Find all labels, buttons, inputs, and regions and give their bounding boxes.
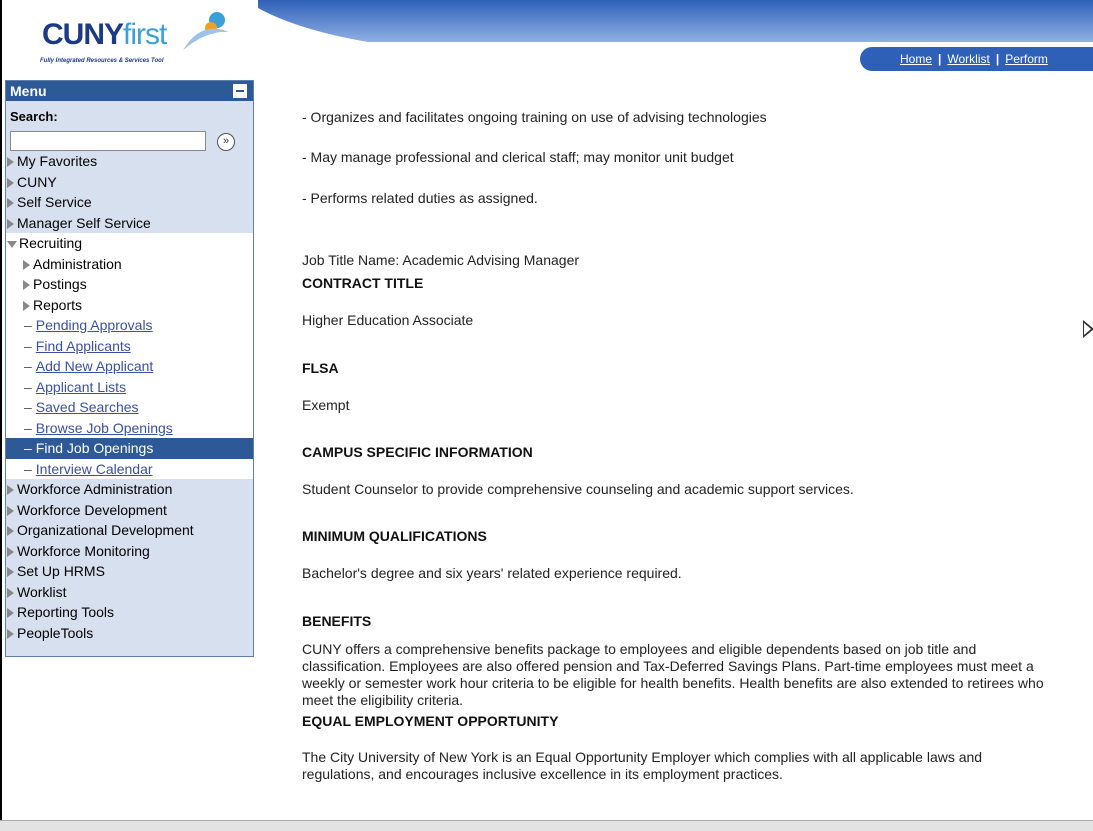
eeo-text: The City University of New York is an Eq… [302, 749, 983, 782]
menu-link-pending-approvals[interactable]: – Pending Approvals [6, 315, 253, 336]
contract-title-text: Higher Education Associate [302, 312, 474, 328]
flsa-text: Exempt [302, 397, 350, 413]
expand-arrow-icon [7, 567, 14, 578]
dash-icon: – [24, 399, 32, 415]
menu-link-find-job-openings[interactable]: – Find Job Openings [6, 438, 253, 459]
campus-info-heading: CAMPUS SPECIFIC INFORMATION [302, 444, 533, 460]
dash-icon: – [24, 460, 32, 477]
expand-arrow-icon [7, 218, 14, 229]
menu-item-reports[interactable]: Reports [6, 295, 253, 316]
dash-icon: – [24, 317, 32, 333]
min-qualifications-text: Bachelor's degree and six years' related… [302, 565, 682, 581]
expand-arrow-icon [7, 485, 14, 496]
menu-item-cuny[interactable]: CUNY [6, 172, 253, 193]
expand-arrow-icon [23, 280, 30, 291]
benefits-heading: BENEFITS [302, 613, 372, 629]
expand-arrow-icon [7, 198, 14, 209]
logo-tagline: Fully Integrated Resources & Services To… [40, 58, 164, 64]
dash-icon: – [24, 337, 32, 354]
expand-arrow-icon [7, 177, 14, 188]
eeo-heading: EQUAL EMPLOYMENT OPPORTUNITY [302, 713, 559, 729]
menu-link-interview-calendar[interactable]: – Interview Calendar [6, 459, 253, 480]
expand-arrow-icon [7, 587, 14, 598]
logo-wordmark: CUNYfirst [42, 18, 167, 51]
expand-arrow-icon [23, 259, 30, 270]
dash-icon: – [24, 378, 32, 395]
menu-link-applicant-lists[interactable]: – Applicant Lists [6, 377, 253, 398]
expand-arrow-icon [7, 608, 14, 619]
contract-title-heading: CONTRACT TITLE [302, 275, 424, 291]
nav-separator: | [995, 52, 1000, 66]
menu-search-row: » [6, 127, 253, 151]
menu-item-administration[interactable]: Administration [6, 254, 253, 275]
expand-arrow-icon [7, 546, 14, 557]
menu-item-postings[interactable]: Postings [6, 274, 253, 295]
collapse-menu-icon[interactable] [233, 84, 247, 98]
dash-icon: – [24, 358, 32, 374]
dash-icon: – [24, 419, 32, 436]
menu-link-add-new-applicant[interactable]: – Add New Applicant [6, 356, 253, 377]
menu-header: Menu [6, 81, 253, 101]
menu-link-find-applicants[interactable]: – Find Applicants [6, 336, 253, 357]
navigation-menu: Menu Search: » My Favorites CUNY Self Se… [5, 80, 254, 657]
menu-item-peopletools[interactable]: PeopleTools [6, 623, 253, 644]
home-link[interactable]: Home [896, 52, 936, 66]
menu-link-saved-searches[interactable]: – Saved Searches [6, 397, 253, 418]
nav-separator: | [938, 52, 942, 66]
search-go-button[interactable]: » [217, 133, 235, 151]
menu-title: Menu [10, 83, 47, 99]
expand-arrow-icon [7, 157, 14, 168]
duty-bullet: - May manage professional and clerical s… [302, 149, 734, 165]
duty-bullet: - Organizes and facilitates ongoing trai… [302, 109, 767, 125]
header-banner [258, 0, 1093, 42]
menu-search-input[interactable] [10, 131, 206, 151]
top-navigation: Home | Worklist | Perform [860, 47, 1093, 71]
menu-item-organizational-development[interactable]: Organizational Development [6, 520, 253, 541]
menu-link-browse-job-openings[interactable]: – Browse Job Openings [6, 418, 253, 439]
campus-info-text: Student Counselor to provide comprehensi… [302, 481, 854, 497]
menu-list-lower: Workforce Administration Workforce Devel… [6, 479, 253, 643]
expand-arrow-icon [23, 300, 30, 311]
job-title-name: Job Title Name: Academic Advising Manage… [302, 252, 580, 268]
menu-item-workforce-development[interactable]: Workforce Development [6, 500, 253, 521]
logo-swoosh-icon [183, 12, 229, 50]
menu-item-worklist[interactable]: Worklist [6, 582, 253, 603]
mouse-cursor-icon [1083, 320, 1093, 338]
expand-arrow-icon [7, 628, 14, 639]
status-bar [0, 820, 1093, 831]
menu-item-set-up-hrms[interactable]: Set Up HRMS [6, 561, 253, 582]
benefits-text: CUNY offers a comprehensive benefits pac… [302, 641, 1044, 708]
flsa-heading: FLSA [302, 360, 339, 376]
menu-item-manager-self-service[interactable]: Manager Self Service [6, 213, 253, 234]
duty-bullet: - Performs related duties as assigned. [302, 190, 538, 206]
recruiting-submenu: Recruiting Administration Postings Repor… [6, 233, 253, 479]
menu-item-my-favorites[interactable]: My Favorites [6, 151, 253, 172]
perform-link[interactable]: Perform [1001, 52, 1052, 66]
expand-arrow-icon [7, 505, 14, 516]
dash-icon: – [24, 440, 32, 456]
collapse-arrow-icon [7, 240, 17, 248]
menu-item-recruiting[interactable]: Recruiting [6, 233, 253, 254]
worklist-link[interactable]: Worklist [943, 52, 993, 66]
cunyfirst-logo: CUNYfirst Fully Integrated Resources & S… [6, 2, 256, 72]
menu-item-self-service[interactable]: Self Service [6, 192, 253, 213]
menu-list: My Favorites CUNY Self Service Manager S… [6, 151, 253, 233]
menu-item-reporting-tools[interactable]: Reporting Tools [6, 602, 253, 623]
menu-item-workforce-monitoring[interactable]: Workforce Monitoring [6, 541, 253, 562]
min-qualifications-heading: MINIMUM QUALIFICATIONS [302, 528, 487, 544]
expand-arrow-icon [7, 526, 14, 537]
menu-item-workforce-administration[interactable]: Workforce Administration [6, 479, 253, 500]
menu-search-label: Search: [10, 109, 58, 124]
